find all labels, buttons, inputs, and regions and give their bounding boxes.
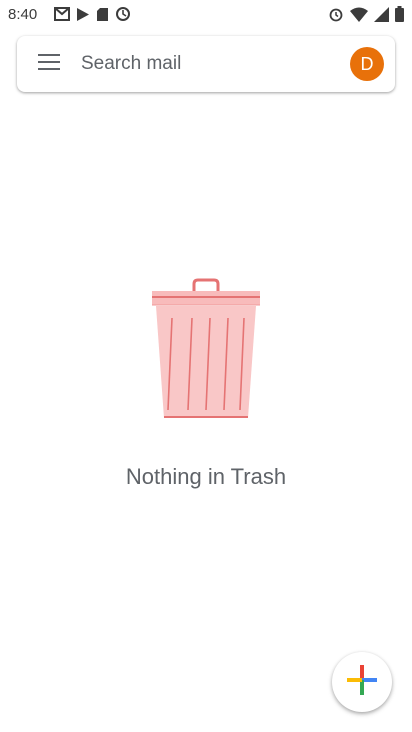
alarm-icon — [328, 6, 344, 22]
status-bar: 8:40 — [0, 0, 412, 28]
notification-icons — [54, 6, 131, 22]
signal-icon — [374, 6, 389, 22]
system-icons — [328, 5, 404, 23]
avatar-letter: D — [360, 53, 374, 74]
gmail-notification-icon — [54, 7, 70, 21]
wifi-icon — [350, 7, 368, 22]
status-time: 8:40 — [8, 6, 38, 23]
hamburger-menu-icon — [38, 53, 60, 75]
battery-icon — [395, 6, 404, 22]
gmail-trash-screen: 8:40 Search mail D Nothing in Trash — [0, 0, 412, 732]
compose-button[interactable] — [332, 652, 392, 712]
empty-trash-message: Nothing in Trash — [125, 464, 287, 489]
sd-card-icon — [96, 7, 109, 22]
trash-can-icon — [148, 278, 264, 424]
account-avatar[interactable]: D — [350, 47, 384, 81]
search-input[interactable]: Search mail — [81, 53, 181, 75]
search-bar[interactable]: Search mail D — [17, 36, 395, 92]
plus-icon — [347, 664, 377, 700]
play-store-icon — [76, 7, 90, 22]
sync-icon — [115, 6, 131, 22]
menu-button[interactable] — [29, 44, 69, 84]
